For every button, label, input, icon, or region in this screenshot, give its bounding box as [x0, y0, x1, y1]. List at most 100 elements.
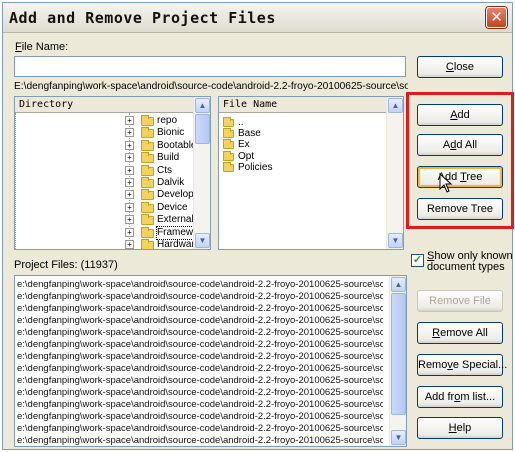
file-item-label: Base: [238, 128, 261, 140]
directory-header: Directory: [15, 97, 193, 113]
file-name-label: File Name:: [15, 41, 69, 53]
scroll-thumb[interactable]: [391, 293, 406, 415]
folder-icon: [141, 226, 154, 238]
folder-icon: [141, 239, 154, 249]
project-file-row[interactable]: e:\dengfanping\work-space\android\source…: [17, 363, 383, 375]
expand-icon[interactable]: +: [125, 140, 134, 150]
project-file-row[interactable]: e:\dengfanping\work-space\android\source…: [17, 315, 383, 327]
directory-item-label: repo: [157, 115, 178, 126]
folder-icon: [141, 189, 154, 201]
file-name-input[interactable]: [14, 56, 406, 77]
directory-item-label: Bootable: [157, 139, 195, 151]
remove-file-button[interactable]: Remove File: [417, 290, 503, 312]
close-window-icon[interactable]: ✕: [486, 7, 507, 28]
directory-item[interactable]: + External: [125, 214, 195, 226]
add-from-list-button[interactable]: Add from list...: [417, 386, 503, 408]
directory-tree[interactable]: Directory + repo + Bionic + Bootable + Build + Ct…: [14, 96, 211, 250]
expand-icon[interactable]: +: [125, 215, 134, 225]
directory-item-label: Build: [157, 152, 180, 164]
file-item-label: Policies: [238, 161, 273, 173]
directory-item-label: Device: [157, 201, 188, 213]
scroll-thumb[interactable]: [195, 114, 210, 144]
tree-line: [15, 113, 16, 249]
expand-icon[interactable]: +: [125, 240, 134, 249]
add-remove-project-files-dialog: Add and Remove Project Files ✕ File Name…: [2, 2, 514, 450]
project-file-row[interactable]: e:\dengfanping\work-space\android\source…: [17, 387, 383, 399]
directory-item[interactable]: + Bootable: [125, 139, 195, 152]
folder-icon: [223, 139, 234, 150]
project-file-row[interactable]: e:\dengfanping\work-space\android\source…: [17, 375, 383, 387]
close-button[interactable]: Close: [417, 56, 503, 78]
directory-item[interactable]: + Build: [125, 152, 195, 164]
mouse-cursor-icon: [439, 172, 453, 193]
show-known-checkbox[interactable]: ✓: [411, 254, 424, 267]
directory-item[interactable]: + Framewo: [125, 225, 196, 240]
file-name-header: File Name: [219, 97, 386, 113]
directory-item-label: Framewo: [156, 225, 196, 240]
show-known-label: Show only known document types: [427, 250, 513, 273]
dialog-title: Add and Remove Project Files: [9, 9, 276, 27]
project-file-row[interactable]: e:\dengfanping\work-space\android\source…: [17, 279, 383, 291]
project-file-row[interactable]: e:\dengfanping\work-space\android\source…: [17, 435, 383, 446]
folder-icon: [223, 161, 234, 172]
expand-icon[interactable]: +: [125, 227, 134, 237]
folder-icon: [223, 128, 234, 139]
scroll-down-icon[interactable]: ▼: [391, 430, 406, 445]
directory-item[interactable]: + Hardware: [125, 239, 195, 250]
file-list-scrollbar[interactable]: ▲ ▼: [386, 97, 403, 249]
scroll-down-icon[interactable]: ▼: [388, 233, 403, 248]
add-button[interactable]: Add: [417, 104, 503, 126]
expand-icon[interactable]: +: [125, 178, 134, 187]
scroll-up-icon[interactable]: ▲: [391, 277, 406, 292]
folder-icon: [223, 117, 234, 127]
project-file-row[interactable]: e:\dengfanping\work-space\android\source…: [17, 351, 383, 363]
directory-item[interactable]: + Bionic: [125, 127, 195, 139]
folder-icon: [141, 164, 154, 176]
directory-item[interactable]: + repo: [125, 115, 195, 127]
folder-icon: [141, 152, 154, 164]
expand-icon[interactable]: +: [125, 153, 134, 163]
add-tree-button[interactable]: Add Tree: [417, 166, 503, 188]
file-list[interactable]: File Name .. Base Ex Opt Policies ▲ ▼: [218, 96, 404, 250]
directory-scrollbar[interactable]: ▲ ▼: [193, 97, 210, 249]
expand-icon[interactable]: +: [125, 202, 134, 212]
project-file-row[interactable]: e:\dengfanping\work-space\android\source…: [17, 339, 383, 351]
expand-icon[interactable]: +: [125, 190, 134, 200]
remove-all-button[interactable]: Remove All: [417, 322, 503, 344]
expand-icon[interactable]: +: [125, 128, 134, 138]
directory-item-label: Hardware: [157, 239, 195, 250]
current-path-text: E:\dengfanping\work-space\android\source…: [14, 81, 408, 92]
project-file-row[interactable]: e:\dengfanping\work-space\android\source…: [17, 411, 383, 423]
directory-item-label: Developr: [157, 189, 195, 201]
remove-tree-button[interactable]: Remove Tree: [417, 198, 503, 220]
directory-item[interactable]: + Cts: [125, 164, 195, 177]
folder-icon: [223, 150, 234, 161]
project-file-row[interactable]: e:\dengfanping\work-space\android\source…: [17, 327, 383, 339]
project-file-row[interactable]: e:\dengfanping\work-space\android\source…: [17, 399, 383, 411]
project-files-label: Project Files: (11937): [14, 259, 118, 271]
scroll-up-icon[interactable]: ▲: [195, 98, 210, 113]
file-item-label: ..: [238, 117, 244, 128]
file-item-label: Opt: [238, 150, 255, 162]
scroll-down-icon[interactable]: ▼: [195, 233, 210, 248]
project-file-row[interactable]: e:\dengfanping\work-space\android\source…: [17, 423, 383, 435]
scroll-up-icon[interactable]: ▲: [388, 98, 403, 113]
folder-icon: [141, 177, 154, 188]
directory-item[interactable]: + Device: [125, 201, 195, 214]
project-file-row[interactable]: e:\dengfanping\work-space\android\source…: [17, 291, 383, 303]
help-button[interactable]: Help: [417, 417, 503, 439]
expand-icon[interactable]: +: [125, 116, 134, 125]
folder-icon: [141, 214, 154, 226]
directory-item-label: External: [157, 214, 194, 226]
project-files-scrollbar[interactable]: ▲ ▼: [389, 276, 406, 446]
directory-item-label: Bionic: [157, 127, 185, 139]
expand-icon[interactable]: +: [125, 165, 134, 175]
directory-item[interactable]: + Developr: [125, 189, 195, 201]
project-file-row[interactable]: e:\dengfanping\work-space\android\source…: [17, 303, 383, 315]
remove-special-button[interactable]: Remove Special...: [417, 354, 507, 376]
add-all-button[interactable]: Add All: [417, 134, 503, 156]
directory-item-label: Dalvik: [157, 177, 185, 188]
project-files-list[interactable]: e:\dengfanping\work-space\android\source…: [14, 275, 407, 447]
file-item-label: Ex: [238, 139, 250, 151]
directory-item[interactable]: + Dalvik: [125, 177, 195, 189]
